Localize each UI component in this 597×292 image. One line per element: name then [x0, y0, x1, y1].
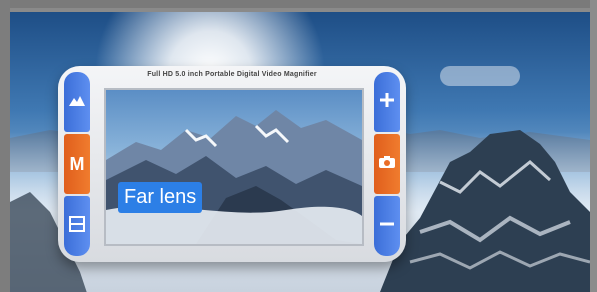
menu-button[interactable]: M — [64, 134, 90, 194]
rocky-peak — [380, 130, 590, 292]
window-left-border — [0, 0, 10, 292]
menu-button-label: M — [69, 153, 85, 174]
video-magnifier-device: Full HD 5.0 inch Portable Digital Video … — [58, 66, 406, 262]
lens-mode-label: Far lens — [118, 182, 203, 213]
mode-button[interactable] — [64, 72, 90, 132]
camera-icon — [378, 155, 396, 174]
plus-icon — [379, 92, 395, 113]
split-view-icon — [69, 215, 85, 237]
window-right-border — [590, 0, 597, 292]
minus-icon — [379, 216, 395, 237]
capture-button[interactable] — [374, 134, 400, 194]
device-screen: Far lens — [104, 88, 364, 246]
device-caption: Full HD 5.0 inch Portable Digital Video … — [147, 71, 317, 78]
view-button[interactable] — [64, 196, 90, 256]
zoom-in-button[interactable] — [374, 72, 400, 132]
zoom-out-button[interactable] — [374, 196, 400, 256]
right-button-column — [374, 72, 400, 256]
mountain-icon — [69, 93, 85, 111]
screen-mountain-scene — [106, 110, 362, 244]
left-button-column: M — [64, 72, 90, 256]
window-top-border — [0, 0, 597, 8]
